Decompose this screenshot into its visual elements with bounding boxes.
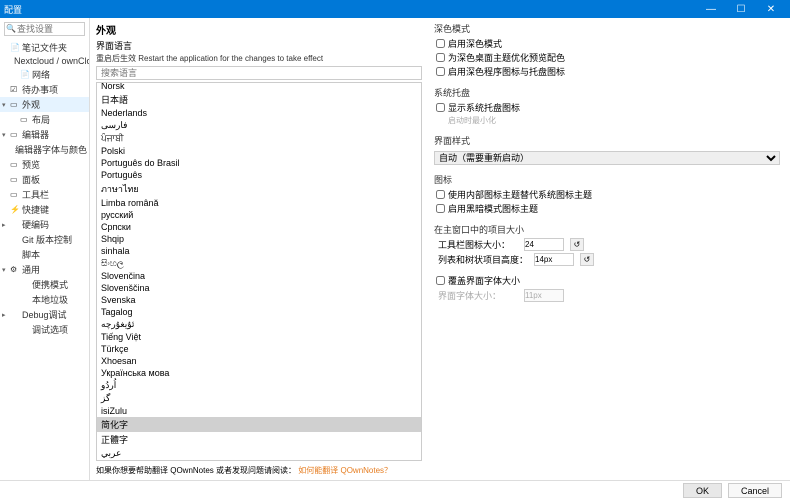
tree-item[interactable]: ▸硬编码 xyxy=(0,217,89,232)
font-override-checkbox[interactable] xyxy=(436,276,445,285)
list-height-label: 列表和树状项目高度： xyxy=(438,253,528,266)
tree-item[interactable]: 📄网络 xyxy=(0,67,89,82)
settings-tree: 📄笔记文件夹Nextcloud / ownCloud📄网络☑待办事项▾▭外观▭布… xyxy=(0,38,89,339)
list-height-spinner[interactable] xyxy=(534,253,574,266)
tree-item[interactable]: ▭面板 xyxy=(0,172,89,187)
tree-item[interactable]: ▾▭编辑器 xyxy=(0,127,89,142)
style-select[interactable]: 自动（需要重新启动） xyxy=(434,151,780,165)
language-item[interactable]: Tiếng Việt xyxy=(97,331,421,343)
darkmode-title: 深色模式 xyxy=(434,22,780,35)
maximize-button[interactable]: ☐ xyxy=(726,0,756,18)
language-item[interactable]: اُردُو xyxy=(97,379,421,392)
language-item[interactable]: Slovenčina xyxy=(97,270,421,282)
language-item[interactable]: Tagalog xyxy=(97,306,421,318)
language-item[interactable]: Norsk xyxy=(97,82,421,92)
language-item[interactable]: ئۇيغۇرچە xyxy=(97,318,421,331)
tree-item[interactable]: Git 版本控制 xyxy=(0,232,89,247)
tree-item[interactable]: ▭布局 xyxy=(0,112,89,127)
icons-dark-checkbox[interactable] xyxy=(436,204,445,213)
toolbar-size-reset[interactable]: ↺ xyxy=(570,238,584,251)
close-button[interactable]: ✕ xyxy=(756,0,786,18)
icons-internal-checkbox[interactable] xyxy=(436,190,445,199)
translate-link[interactable]: 如何能翻译 QOwnNotes？ xyxy=(298,466,392,475)
language-item[interactable]: 正體字 xyxy=(97,432,421,447)
language-item[interactable]: Limba română xyxy=(97,197,421,209)
window-title: 配置 xyxy=(4,3,696,16)
icons-title: 图标 xyxy=(434,173,780,186)
language-list[interactable]: বাংলাHrvatskiIlonggoÍslenskaItalianoעברי… xyxy=(96,82,422,461)
language-item[interactable]: ภาษาไทย xyxy=(97,181,421,197)
language-item[interactable]: Nederlands xyxy=(97,107,421,119)
list-height-reset[interactable]: ↺ xyxy=(580,253,594,266)
darkmode-preview-checkbox[interactable] xyxy=(436,53,445,62)
tree-item[interactable]: 编辑器字体与颜色 xyxy=(0,142,89,157)
tree-item[interactable]: ▭工具栏 xyxy=(0,187,89,202)
tray-title: 系统托盘 xyxy=(434,86,780,99)
cancel-button[interactable]: Cancel xyxy=(728,483,782,498)
toolbar-size-spinner[interactable] xyxy=(524,238,564,251)
tree-item[interactable]: ⚡快捷键 xyxy=(0,202,89,217)
language-item[interactable]: Türkçe xyxy=(97,343,421,355)
section-label: 界面语言 xyxy=(96,39,422,52)
tree-item[interactable]: 调试选项 xyxy=(0,322,89,337)
tree-item[interactable]: ☑待办事项 xyxy=(0,82,89,97)
language-item[interactable]: 日本語 xyxy=(97,92,421,107)
tree-item[interactable]: 脚本 xyxy=(0,247,89,262)
tray-minimize-disabled: 启动时最小化 xyxy=(434,115,780,126)
language-item[interactable]: sinhala xyxy=(97,245,421,257)
toolbar-size-label: 工具栏图标大小： xyxy=(438,238,518,251)
tree-item[interactable]: ▭预览 xyxy=(0,157,89,172)
window-controls: — ☐ ✕ xyxy=(696,0,786,18)
ok-button[interactable]: OK xyxy=(683,483,722,498)
titlebar: 配置 — ☐ ✕ xyxy=(0,0,790,18)
language-item[interactable]: русский xyxy=(97,209,421,221)
language-item[interactable]: Português xyxy=(97,169,421,181)
tree-item[interactable]: ▸Debug调试 xyxy=(0,307,89,322)
sizes-title: 在主窗口中的项目大小 xyxy=(434,223,780,236)
language-item[interactable]: گز xyxy=(97,392,421,405)
language-item[interactable]: Shqip xyxy=(97,233,421,245)
minimize-button[interactable]: — xyxy=(696,0,726,18)
font-size-spinner xyxy=(524,289,564,302)
language-item[interactable]: Português do Brasil xyxy=(97,157,421,169)
language-item[interactable]: Српски xyxy=(97,221,421,233)
language-item[interactable]: فارسی xyxy=(97,119,421,132)
language-item[interactable]: 简化字 xyxy=(97,417,421,432)
language-item[interactable]: Slovenščina xyxy=(97,282,421,294)
language-item[interactable]: Українська мова xyxy=(97,367,421,379)
tree-item[interactable]: 📄笔记文件夹 xyxy=(0,40,89,55)
restart-note: 重启后生效 Restart the application for the ch… xyxy=(96,53,422,64)
darkmode-enable-checkbox[interactable] xyxy=(436,39,445,48)
settings-sidebar: 🔍 📄笔记文件夹Nextcloud / ownCloud📄网络☑待办事项▾▭外观… xyxy=(0,18,90,480)
tree-item[interactable]: 便携模式 xyxy=(0,277,89,292)
language-item[interactable]: සිංහල xyxy=(97,257,421,270)
language-item[interactable]: عربي xyxy=(97,447,421,460)
language-search-input[interactable] xyxy=(96,66,422,80)
tree-item[interactable]: Nextcloud / ownCloud xyxy=(0,55,89,67)
font-size-label: 界面字体大小： xyxy=(438,289,518,302)
tray-show-checkbox[interactable] xyxy=(436,103,445,112)
language-item[interactable]: ਪੰਜਾਬੀ xyxy=(97,132,421,145)
language-item[interactable]: Svenska xyxy=(97,294,421,306)
tree-item[interactable]: 本地垃圾 xyxy=(0,292,89,307)
language-item[interactable]: isiZulu xyxy=(97,405,421,417)
tree-item[interactable]: ▾▭外观 xyxy=(0,97,89,112)
darkmode-icons-checkbox[interactable] xyxy=(436,67,445,76)
dialog-footer: OK Cancel xyxy=(0,480,790,500)
language-item[interactable]: Polski xyxy=(97,145,421,157)
page-title: 外观 xyxy=(96,22,422,37)
translate-note: 如果你想要帮助翻译 QOwnNotes 或者发现问题请阅读： 如何能翻译 QOw… xyxy=(96,465,422,476)
tree-item[interactable]: ▾⚙通用 xyxy=(0,262,89,277)
settings-search-input[interactable] xyxy=(4,22,85,36)
language-item[interactable]: Xhoesan xyxy=(97,355,421,367)
search-icon: 🔍 xyxy=(6,24,16,33)
style-title: 界面样式 xyxy=(434,134,780,147)
